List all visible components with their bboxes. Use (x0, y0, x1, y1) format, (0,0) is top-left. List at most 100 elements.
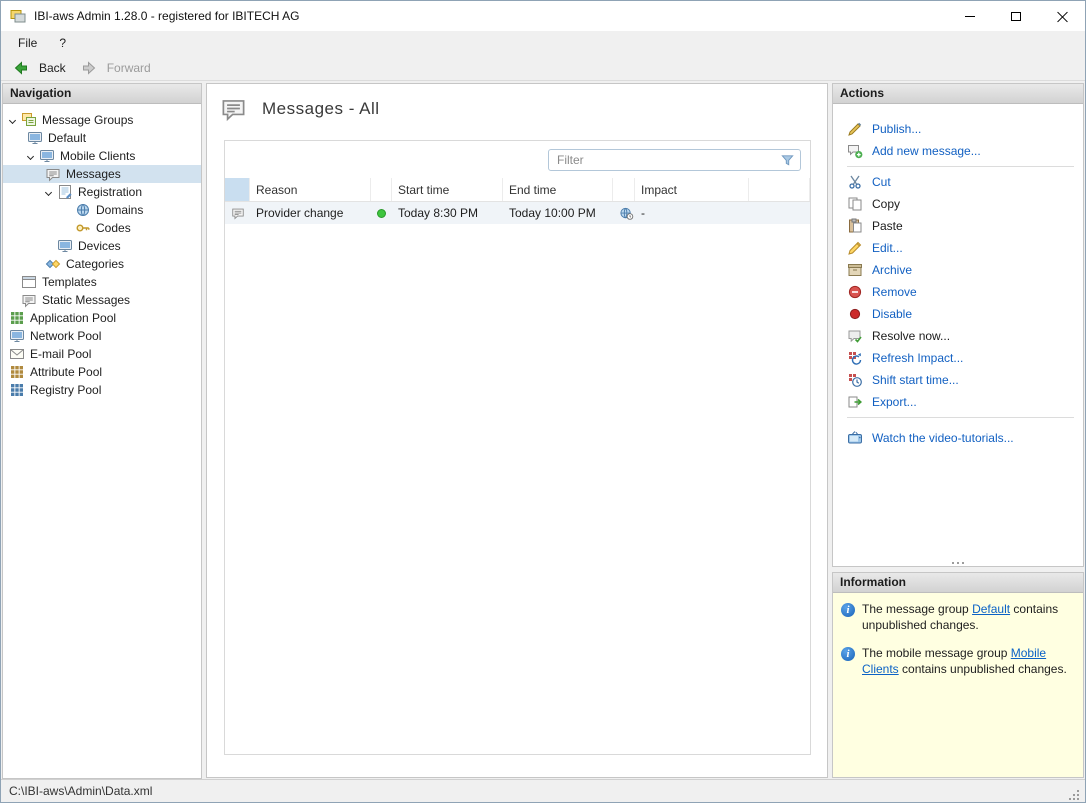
action-label: Edit... (872, 241, 903, 255)
tree-label: Domains (96, 203, 144, 217)
link-default[interactable]: Default (972, 602, 1010, 616)
chevron-down-icon[interactable] (44, 188, 53, 196)
column-header-impact-icon[interactable] (613, 178, 635, 201)
title-bar: IBI-aws Admin 1.28.0 - registered for IB… (1, 1, 1085, 31)
column-header-reason[interactable]: Reason (250, 178, 371, 201)
cell-impact-icon (613, 202, 635, 224)
tree-item-static-messages[interactable]: Static Messages (3, 291, 201, 309)
table-row[interactable]: Provider change Today 8:30 PM Today 10:0… (225, 202, 810, 224)
action-resolve-now[interactable]: Resolve now... (833, 325, 1083, 347)
column-header-end-time[interactable]: End time (503, 178, 613, 201)
cell-impact: - (641, 206, 645, 220)
action-refresh-impact[interactable]: Refresh Impact... (833, 347, 1083, 369)
action-publish[interactable]: Publish... (833, 118, 1083, 140)
tree-item-domains[interactable]: Domains (3, 201, 201, 219)
tree-label: Static Messages (42, 293, 131, 307)
tree-item-application-pool[interactable]: Application Pool (3, 84, 842, 327)
grid-icon (9, 310, 25, 326)
maximize-icon (1011, 11, 1021, 21)
info-text: The mobile message group Mobile Clients … (862, 646, 1075, 677)
action-label: Paste (872, 219, 903, 233)
copy-icon (847, 196, 863, 212)
column-header-impact[interactable]: Impact (635, 178, 749, 201)
action-copy[interactable]: Copy (833, 193, 1083, 215)
action-cut[interactable]: Cut (833, 171, 1083, 193)
filter-funnel-icon[interactable] (780, 153, 795, 168)
actions-separator (847, 166, 1074, 167)
tree-item-devices[interactable]: Devices (3, 237, 201, 255)
tree-item-default[interactable]: Default (3, 84, 842, 147)
navigation-header: Navigation (3, 84, 201, 104)
action-label: Disable (872, 307, 913, 321)
key-icon (75, 220, 91, 236)
tree-item-templates[interactable]: Templates (3, 273, 201, 291)
info-item: The message group Default contains unpub… (841, 602, 1075, 633)
table-header: Reason Start time End time Impact (225, 178, 810, 202)
tags-icon (45, 256, 61, 272)
column-header-status[interactable] (371, 178, 392, 201)
forward-arrow-icon (81, 60, 97, 76)
action-label: Cut (872, 175, 891, 189)
tree-item-email-pool[interactable]: E-mail Pool (3, 84, 842, 363)
action-add-new-message[interactable]: Add new message... (833, 140, 1083, 162)
chevron-down-icon[interactable] (26, 152, 35, 160)
minimize-button[interactable] (947, 1, 993, 31)
tree-item-message-groups[interactable]: Message Groups (3, 111, 201, 129)
filter-input[interactable] (557, 153, 780, 167)
status-bar: C:\IBI-aws\Admin\Data.xml (1, 779, 1085, 802)
column-header-filler (749, 178, 810, 201)
cell-start-time: Today 8:30 PM (398, 206, 479, 220)
globe-clock-icon (619, 206, 634, 221)
actions-header: Actions (833, 84, 1083, 104)
filter-box (548, 149, 801, 171)
message-icon (231, 206, 245, 220)
forward-button[interactable]: Forward (75, 58, 160, 78)
actions-list: Publish... Add new message... Cut Copy P… (833, 104, 1083, 559)
tree-item-attribute-pool[interactable]: Attribute Pool (3, 84, 842, 381)
refresh-impact-icon (847, 350, 863, 366)
column-header-start-time[interactable]: Start time (392, 178, 503, 201)
action-archive[interactable]: Archive (833, 259, 1083, 281)
tree-label: Templates (42, 275, 97, 289)
tree-item-codes[interactable]: Codes (3, 219, 201, 237)
cell-reason: Provider change (250, 202, 371, 224)
reason-text: Provider change (256, 206, 344, 220)
green-status-dot (377, 208, 386, 218)
action-remove[interactable]: Remove (833, 281, 1083, 303)
tree-item-messages[interactable]: Messages (3, 84, 842, 183)
menu-file[interactable]: File (7, 33, 48, 53)
back-button[interactable]: Back (7, 58, 75, 78)
publish-icon (847, 121, 863, 137)
tree-label: Registration (78, 185, 143, 199)
maximize-button[interactable] (993, 1, 1039, 31)
tree-item-network-pool[interactable]: Network Pool (3, 84, 842, 345)
menu-help[interactable]: ? (48, 33, 77, 53)
info-text-suffix: contains unpublished changes. (898, 661, 1067, 676)
action-watch-video-tutorials[interactable]: Watch the video-tutorials... (833, 427, 1083, 449)
filter-row (225, 141, 810, 178)
action-shift-start-time[interactable]: Shift start time... (833, 369, 1083, 391)
grid-icon (9, 382, 25, 398)
close-button[interactable] (1039, 1, 1085, 31)
action-edit[interactable]: Edit... (833, 237, 1083, 259)
action-label: Publish... (872, 122, 922, 136)
messages-icon (220, 95, 247, 122)
tree-item-registration[interactable]: Registration (3, 183, 201, 201)
tree-item-categories[interactable]: Categories (3, 84, 842, 273)
action-label: Shift start time... (872, 373, 959, 387)
header-icon-column[interactable] (225, 178, 250, 201)
mail-icon (9, 346, 25, 362)
tree-item-registry-pool[interactable]: Registry Pool (3, 84, 842, 399)
monitor-icon (57, 238, 73, 254)
archive-icon (847, 262, 863, 278)
action-disable[interactable]: Disable (833, 303, 1083, 325)
action-paste[interactable]: Paste (833, 215, 1083, 237)
resize-grip-icon[interactable] (1067, 788, 1081, 802)
chevron-down-icon[interactable] (8, 116, 17, 124)
monitor-icon (27, 130, 43, 146)
action-export[interactable]: Export... (833, 391, 1083, 413)
window-icon (21, 274, 37, 290)
cell-end-time: Today 10:00 PM (509, 206, 596, 220)
panel-splitter-handle[interactable] (833, 559, 1083, 566)
tree-item-mobile-clients[interactable]: Mobile Clients (3, 147, 201, 165)
